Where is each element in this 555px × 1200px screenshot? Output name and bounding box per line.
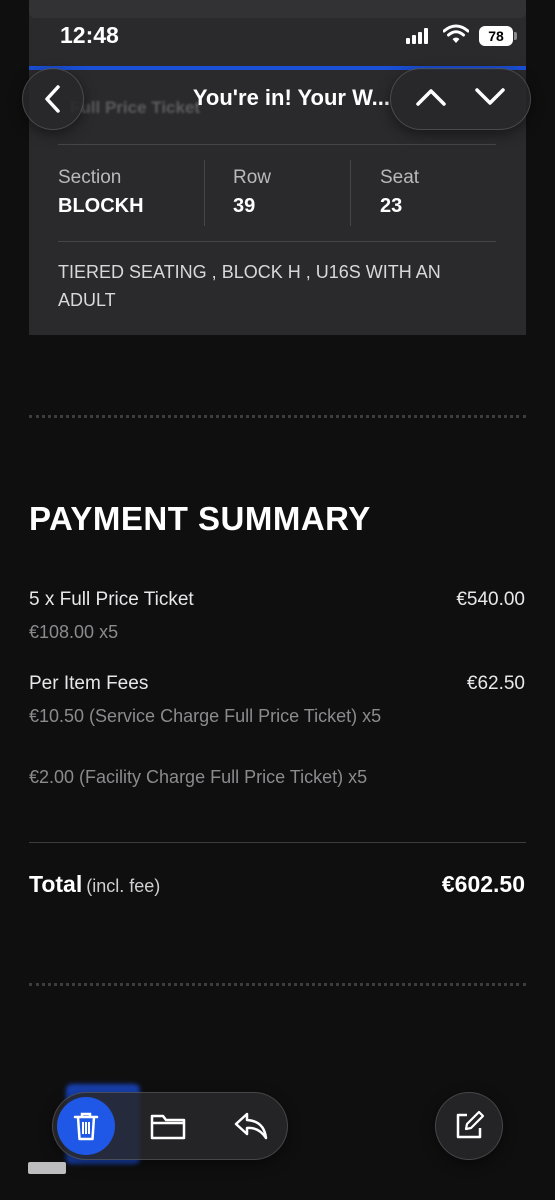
section-info: Section BLOCKH xyxy=(58,167,144,218)
ticket-divider-top xyxy=(58,144,496,145)
back-button[interactable] xyxy=(22,68,84,130)
ticket-divider-bottom xyxy=(58,241,496,242)
ticket-line-amount: €540.00 xyxy=(456,589,525,610)
folder-icon xyxy=(150,1114,186,1140)
row-value: 39 xyxy=(233,195,256,217)
seat-label: Seat xyxy=(380,167,420,188)
overlay-artifact xyxy=(28,1162,66,1174)
chevron-down-icon xyxy=(475,87,505,105)
dotted-divider xyxy=(29,415,526,418)
message-navigation xyxy=(390,68,531,130)
fees-line-amount: €62.50 xyxy=(466,673,525,694)
status-bar: 12:48 78 xyxy=(0,0,555,66)
section-label: Section xyxy=(58,167,122,188)
section-value: BLOCKH xyxy=(58,195,144,217)
compose-button[interactable] xyxy=(435,1092,503,1160)
seat-note: TIERED SEATING , BLOCK H , U16S WITH AN … xyxy=(58,262,441,310)
facility-charge-detail: €2.00 (Facility Charge Full Price Ticket… xyxy=(29,767,368,787)
battery-tip xyxy=(514,32,517,40)
compose-icon xyxy=(456,1110,485,1139)
cellular-signal-icon xyxy=(406,28,428,44)
dotted-divider xyxy=(29,983,526,986)
row-info: Row 39 xyxy=(233,167,271,218)
total-amount: €602.50 xyxy=(441,871,525,897)
column-separator xyxy=(350,160,351,226)
fees-line-label: Per Item Fees xyxy=(29,673,149,694)
trash-button[interactable] xyxy=(57,1097,115,1155)
total-separator xyxy=(29,842,526,843)
service-charge-detail: €10.50 (Service Charge Full Price Ticket… xyxy=(29,706,382,726)
ticket-line-label: 5 x Full Price Ticket xyxy=(29,589,194,610)
payment-summary-title: PAYMENT SUMMARY xyxy=(29,500,371,537)
total-note: (incl. fee) xyxy=(86,876,161,896)
total-label: Total (incl. fee) xyxy=(29,871,160,898)
reply-button[interactable] xyxy=(222,1097,280,1155)
next-button[interactable] xyxy=(474,86,506,113)
seat-info: Seat 23 xyxy=(380,167,419,218)
seat-value: 23 xyxy=(380,195,403,217)
page-title: You're in! Your W... xyxy=(192,85,390,110)
chevron-up-icon xyxy=(416,88,446,106)
battery-icon: 78 xyxy=(479,26,513,46)
ticket-line-detail: €108.00 x5 xyxy=(29,622,119,642)
wifi-icon xyxy=(442,24,470,49)
move-to-folder-button[interactable] xyxy=(139,1097,197,1155)
column-separator xyxy=(204,160,205,226)
total-label-text: Total xyxy=(29,871,83,897)
reply-icon xyxy=(234,1112,268,1140)
chevron-left-icon xyxy=(45,85,60,113)
trash-icon xyxy=(73,1112,99,1141)
previous-button[interactable] xyxy=(415,86,447,113)
status-time: 12:48 xyxy=(60,22,119,48)
row-label: Row xyxy=(233,167,272,188)
